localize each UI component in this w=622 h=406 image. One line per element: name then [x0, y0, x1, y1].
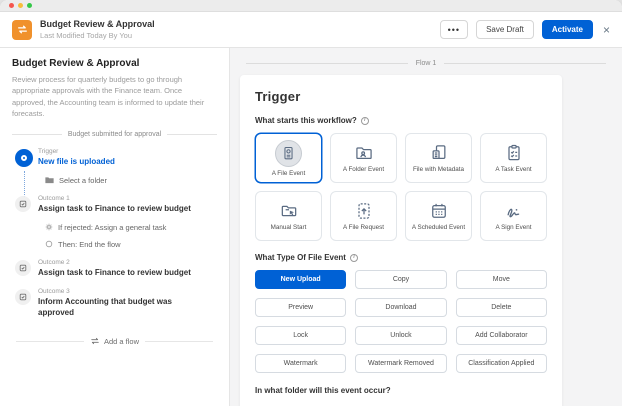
flow-tab-label: Flow 1	[415, 60, 437, 67]
scheduled-event-icon	[431, 203, 446, 218]
outcome-title[interactable]: Assign task to Finance to review budget	[38, 204, 203, 215]
circle-icon	[45, 240, 53, 248]
tile-label: A Folder Event	[342, 166, 385, 173]
minimize-window-dot[interactable]	[18, 3, 23, 8]
sidebar-outcome-2-node[interactable]: Outcome 2 Assign task to Finance to revi…	[12, 259, 217, 279]
flow-canvas: Flow 1 Trigger What starts this workflow…	[230, 48, 622, 406]
file-event-type-unlock[interactable]: Unlock	[355, 326, 447, 345]
outcome-detail-text: Then: End the flow	[58, 239, 121, 249]
select-folder-row[interactable]: Select a folder	[45, 176, 217, 185]
add-flow-button[interactable]: Add a flow	[90, 337, 139, 346]
sidebar-trigger-node[interactable]: Trigger New file is uploaded Select a fo…	[12, 148, 217, 205]
flow-name-label: Budget submitted for approval	[67, 131, 162, 138]
file-event-type-lock[interactable]: Lock	[255, 326, 347, 345]
file-metadata-icon	[432, 145, 445, 160]
file-event-type-new-upload[interactable]: New Upload	[255, 270, 347, 289]
tile-a-sign-event[interactable]: A Sign Event	[480, 191, 547, 241]
file-event-type-move[interactable]: Move	[455, 270, 547, 289]
folder-event-icon	[355, 147, 372, 160]
outcome-node-icon	[15, 289, 31, 306]
outcome-node-icon	[15, 259, 31, 276]
flow-name-divider: Budget submitted for approval	[12, 131, 218, 138]
tile-file-with-metadata[interactable]: File with Metadata	[405, 133, 472, 183]
tile-a-folder-event[interactable]: A Folder Event	[330, 133, 397, 183]
tile-label: A Scheduled Event	[411, 224, 466, 231]
info-icon[interactable]	[349, 253, 358, 262]
sidebar-outcome-3-node[interactable]: Outcome 3 Inform Accounting that budget …	[12, 288, 217, 319]
workflow-sidebar: Budget Review & Approval Review process …	[0, 48, 230, 406]
selection-halo	[275, 139, 302, 167]
more-options-button[interactable]: •••	[439, 20, 469, 39]
tile-label: A Sign Event	[495, 224, 532, 231]
tile-manual-start[interactable]: Manual Start	[255, 191, 322, 241]
outcome-label: Outcome 1	[38, 194, 70, 202]
last-modified-text: Last Modified Today By You	[40, 31, 133, 40]
trigger-title[interactable]: New file is uploaded	[38, 157, 203, 168]
activate-button[interactable]: Activate	[541, 20, 593, 39]
add-flow-label: Add a flow	[103, 336, 140, 346]
app-window: Budget Review & Approval Last Modified T…	[0, 0, 622, 406]
outcome-label: Outcome 3	[38, 288, 70, 296]
window-chrome	[0, 0, 622, 12]
tile-label: A File Event	[271, 169, 306, 177]
relay-app-icon	[12, 19, 32, 40]
maximize-window-dot[interactable]	[27, 3, 32, 8]
close-window-dot[interactable]	[9, 3, 14, 8]
trigger-type-grid: A File Event A Folder Event File with Me…	[255, 133, 547, 241]
sidebar-outcome-1-node[interactable]: Outcome 1 Assign task to Finance to revi…	[12, 195, 217, 249]
tile-label: A File Request	[343, 224, 384, 231]
tile-label: A Task Event	[495, 166, 532, 173]
add-flow-row: Add a flow	[16, 337, 213, 346]
info-icon[interactable]	[360, 116, 369, 125]
question-folder: In what folder will this event occur?	[255, 386, 547, 395]
sidebar-workflow-title: Budget Review & Approval	[12, 58, 140, 69]
close-icon[interactable]: ×	[603, 23, 610, 37]
tile-a-scheduled-event[interactable]: A Scheduled Event	[405, 191, 472, 241]
question-what-starts: What starts this workflow?	[255, 116, 547, 125]
file-event-type-download[interactable]: Download	[355, 298, 447, 317]
tile-a-file-request[interactable]: A File Request	[330, 191, 397, 241]
flow-tab: Flow 1	[246, 60, 606, 67]
app-header: Budget Review & Approval Last Modified T…	[0, 12, 622, 48]
add-flow-icon	[91, 338, 99, 345]
select-folder-label: Select a folder	[59, 175, 107, 185]
file-event-icon	[284, 146, 293, 159]
task-event-icon	[507, 144, 520, 161]
question-file-event-type: What Type Of File Event	[255, 253, 547, 262]
gear-icon	[45, 223, 53, 231]
folder-icon	[45, 177, 54, 184]
workflow-title: Budget Review & Approval	[40, 19, 155, 29]
trigger-node-icon	[15, 149, 33, 167]
save-draft-button[interactable]: Save Draft	[476, 20, 534, 39]
outcome-detail-row[interactable]: If rejected: Assign a general task	[45, 223, 217, 232]
file-event-type-classification-applied[interactable]: Classification Applied	[455, 354, 547, 373]
file-event-type-delete[interactable]: Delete	[455, 298, 547, 317]
outcome-detail-row[interactable]: Then: End the flow	[45, 240, 217, 249]
question-text: What Type Of File Event	[255, 253, 346, 262]
tile-a-task-event[interactable]: A Task Event	[480, 133, 547, 183]
question-text: What starts this workflow?	[255, 116, 357, 125]
sign-event-icon	[507, 208, 519, 218]
file-event-type-grid: New Upload Copy Move Preview Download De…	[255, 270, 547, 373]
outcome-title[interactable]: Assign task to Finance to review budget	[38, 268, 203, 279]
card-title: Trigger	[255, 89, 301, 104]
trigger-card: Trigger What starts this workflow? A Fil…	[240, 75, 562, 406]
file-event-type-preview[interactable]: Preview	[255, 298, 347, 317]
file-event-type-copy[interactable]: Copy	[355, 270, 447, 289]
outcome-title[interactable]: Inform Accounting that budget was approv…	[38, 297, 203, 319]
file-event-type-add-collaborator[interactable]: Add Collaborator	[455, 326, 547, 345]
file-event-type-watermark-removed[interactable]: Watermark Removed	[355, 354, 447, 373]
outcome-node-icon	[15, 195, 31, 212]
tile-label: Manual Start	[270, 224, 307, 231]
file-request-icon	[357, 203, 370, 219]
outcome-detail-text: If rejected: Assign a general task	[58, 222, 167, 232]
tile-label: File with Metadata	[412, 166, 465, 173]
file-event-type-watermark[interactable]: Watermark	[255, 354, 347, 373]
question-text: In what folder will this event occur?	[255, 386, 391, 395]
manual-start-icon	[281, 205, 296, 217]
workflow-description: Review process for quarterly budgets to …	[12, 75, 205, 118]
tile-a-file-event[interactable]: A File Event	[255, 133, 322, 183]
trigger-label: Trigger	[38, 148, 59, 155]
outcome-label: Outcome 2	[38, 258, 70, 266]
